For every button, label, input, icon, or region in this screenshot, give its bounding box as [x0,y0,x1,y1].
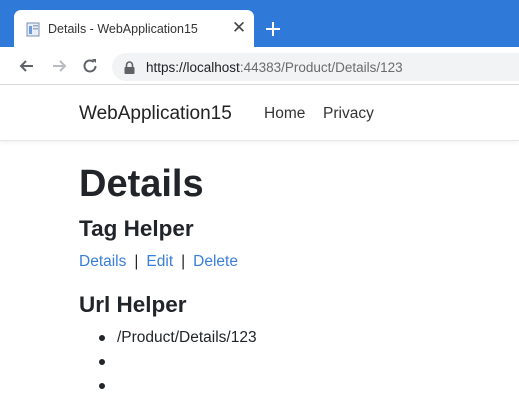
reload-icon[interactable] [80,56,100,76]
tab-title: Details - WebApplication15 [48,22,198,36]
favicon-icon [26,22,40,37]
url-helper-list: /Product/Details/123 [97,329,257,401]
tag-helper-heading: Tag Helper [79,216,194,241]
site-navbar: WebApplication15 Home Privacy [0,86,519,141]
nav-link-home[interactable]: Home [264,105,305,123]
list-item [97,353,257,377]
browser-toolbar: https://localhost:44383/Product/Details/… [0,47,519,85]
link-separator: | [134,253,139,270]
url-host: https://localhost [146,60,240,75]
list-item [97,377,257,401]
url-path: :44383/Product/Details/123 [239,60,403,75]
forward-arrow-icon[interactable] [49,56,69,76]
plus-icon[interactable] [262,18,284,40]
page-title: Details [79,163,204,205]
tag-helper-links: Details | Edit | Delete [79,253,238,271]
back-arrow-icon[interactable] [17,56,37,76]
list-item: /Product/Details/123 [97,329,257,353]
url-helper-heading: Url Helper [79,292,187,317]
close-icon[interactable]: ✕ [230,19,248,37]
lock-icon [124,61,135,74]
address-bar[interactable]: https://localhost:44383/Product/Details/… [112,53,519,81]
navbar-brand[interactable]: WebApplication15 [79,103,232,125]
url-text: https://localhost:44383/Product/Details/… [146,60,403,75]
edit-link[interactable]: Edit [146,253,173,270]
details-link[interactable]: Details [79,253,126,270]
tab-strip: Details - WebApplication15 ✕ [0,0,519,47]
delete-link[interactable]: Delete [193,253,238,270]
browser-tab[interactable]: Details - WebApplication15 ✕ [14,10,254,47]
nav-link-privacy[interactable]: Privacy [323,105,374,123]
link-separator: | [181,253,186,270]
